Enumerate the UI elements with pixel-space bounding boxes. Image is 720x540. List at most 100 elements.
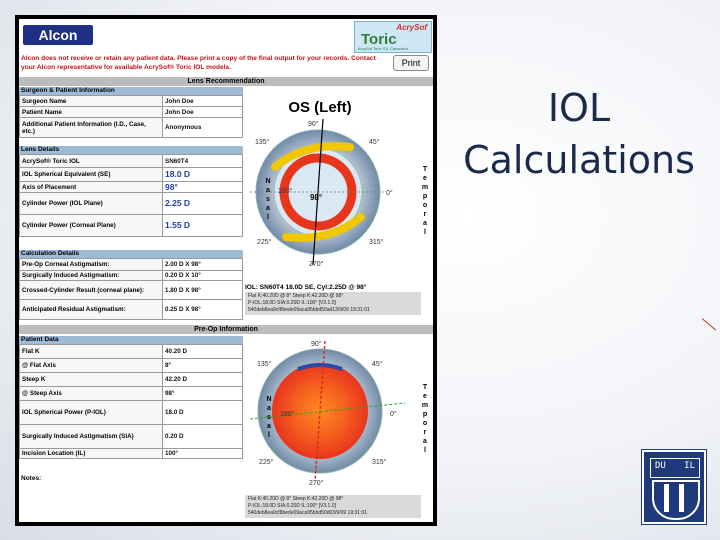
lens-table: AcrySof® Toric IOL SN60T4 IOL Spherical … [19, 154, 243, 237]
deg-315-label: 315° [372, 459, 387, 466]
deg-0-label: 0° [390, 411, 397, 418]
deg-90-label: 90° [308, 121, 319, 128]
summary-line: Flat K:40.20D @ 8° Steep K:42.20D @ 98° [248, 293, 344, 299]
section-calc: Calculation Details [19, 250, 243, 258]
row-label: Pre-Op Corneal Astigmatism: [19, 258, 163, 271]
deg-135-label: 135° [255, 139, 270, 146]
calculator-page: Alcon AcrySof Toric AcrySof Toric IOL Ca… [19, 19, 433, 522]
row-value: 1.55 D [162, 214, 243, 237]
row-label: IOL Spherical Power (P-IOL) [19, 400, 163, 425]
row-label: @ Steep Axis [19, 386, 163, 401]
deg-225-label: 225° [257, 239, 272, 246]
row-value: 8° [162, 358, 243, 373]
row-value: 40.20 D [162, 344, 243, 359]
summary-line: P-IOL:18.0D SIA:0.20D IL:100° [V3.1.0] [248, 503, 336, 509]
row-value: 0.20 D [162, 424, 243, 449]
row-label: Incision Location (IL) [19, 448, 163, 459]
nasal-label: Nasal [265, 178, 271, 221]
deg-180-label: 180° [280, 411, 295, 418]
surgeon-table: Surgeon Name John Doe Patient Name John … [19, 95, 243, 138]
slide-title-line2: Calculations [463, 138, 695, 182]
embedded-screenshot: Alcon AcrySof Toric AcrySof Toric IOL Ca… [15, 15, 437, 526]
row-label: Patient Name [19, 106, 163, 118]
table-row: Axis of Placement 98° [19, 181, 243, 193]
row-label: Axis of Placement [19, 181, 163, 193]
band-lens-recommendation: Lens Recommendation [19, 77, 433, 86]
table-row: Flat K 40.20 D [19, 344, 243, 359]
deg-180-label: 180° [278, 188, 293, 195]
deg-0-label: 0° [386, 190, 393, 197]
table-row: @ Steep Axis 98° [19, 386, 243, 401]
row-value: 98° [162, 181, 243, 193]
row-label: Flat K [19, 344, 163, 359]
summary-line: 540deb8ea9cf8bede09aca95bbd50ad13/9/09 1… [248, 307, 370, 313]
slide-title: IOL Calculations [448, 82, 710, 186]
axis-marker-label: 98° [310, 193, 323, 202]
summary-line: P-IOL:18.0D SIA:0.20D IL:100° [V3.1.0] [248, 300, 336, 306]
row-label: Steep K [19, 372, 163, 387]
row-label: Surgeon Name [19, 95, 163, 107]
deg-270-label: 270° [309, 480, 324, 487]
table-row: IOL Spherical Equivalent (SE) 18.0 D [19, 167, 243, 182]
temporal-label: Temporal [421, 166, 429, 236]
deg-90-label: 90° [311, 341, 322, 348]
header: Alcon AcrySof Toric AcrySof Toric IOL Ca… [19, 19, 433, 53]
row-label: IOL Spherical Equivalent (SE) [19, 167, 163, 182]
row-value: 42.20 D [162, 372, 243, 387]
summary-box: Flat K:40.20D @ 8° Steep K:42.20D @ 98° … [245, 292, 421, 315]
band-preop-information: Pre-Op Information [19, 325, 433, 334]
row-value: John Doe [162, 95, 243, 107]
table-row: Surgically Induced Astigmatism: 0.20 D X… [19, 270, 243, 281]
row-value: 2.00 D X 98° [162, 258, 243, 271]
row-label: AcrySof® Toric IOL [19, 154, 163, 168]
university-logo: DU IL [642, 450, 706, 524]
diagram-title: OS (Left) [288, 99, 352, 116]
table-row: IOL Spherical Power (P-IOL) 18.0 D [19, 400, 243, 425]
row-value: 100° [162, 448, 243, 459]
row-value: 1.80 D X 98° [162, 280, 243, 300]
iol-summary: IOL: SN60T4 18.0D SE, Cyl:2.25D @ 98° [245, 284, 367, 291]
deg-270-label: 270° [309, 261, 324, 268]
table-row: Steep K 42.20 D [19, 372, 243, 387]
toric-logo-sub: AcrySof Toric IOL Calculator [358, 46, 409, 51]
table-row: Additional Patient Information (I.D., Ca… [19, 117, 243, 138]
deg-45-label: 45° [372, 361, 383, 368]
logo-left-letters: DU [655, 461, 666, 471]
logo-crest-top: DU IL [650, 458, 700, 478]
eye-diagram-svg [250, 118, 386, 266]
print-button[interactable]: Print [393, 55, 429, 71]
table-row: Pre-Op Corneal Astigmatism: 2.00 D X 98° [19, 258, 243, 271]
alcon-logo: Alcon [23, 25, 93, 45]
row-value: 18.0 D [162, 400, 243, 425]
notes-label: Notes: [21, 475, 42, 482]
row-label: Crossed-Cylinder Result (corneal plane): [19, 280, 163, 300]
temporal-label: Temporal [421, 384, 429, 454]
patient-table: Flat K 40.20 D @ Flat Axis 8° Steep K 42… [19, 344, 243, 459]
row-value: 2.25 D [162, 192, 243, 215]
row-value: Anonymous [162, 117, 243, 138]
row-value: 18.0 D [162, 167, 243, 182]
table-row: Incision Location (IL) 100° [19, 448, 243, 459]
calc-table: Pre-Op Corneal Astigmatism: 2.00 D X 98°… [19, 258, 243, 320]
row-label: @ Flat Axis [19, 358, 163, 373]
logo-bar [664, 484, 669, 512]
row-label: Surgically Induced Astigmatism: [19, 270, 163, 281]
shield-icon [652, 480, 700, 520]
row-label: Cylinder Power (Corneal Plane) [19, 214, 163, 237]
row-value: 98° [162, 386, 243, 401]
table-row: Anticipated Residual Astigmatism: 0.25 D… [19, 299, 243, 320]
row-value: 0.20 D X 10° [162, 270, 243, 281]
logo-bar [679, 484, 684, 512]
table-row: AcrySof® Toric IOL SN60T4 [19, 154, 243, 168]
deg-135-label: 135° [257, 361, 272, 368]
logo-right-letters: IL [684, 461, 695, 471]
summary-line: Flat K:40.20D @ 8° Steep K:42.20D @ 98° [248, 496, 344, 502]
toric-logo-super: AcrySof [396, 23, 427, 32]
section-patient: Patient Data [19, 336, 243, 344]
privacy-warning: Alcon does not receive or retain any pat… [21, 55, 376, 71]
diagram-preop: 90° 45° 135° 180° 0° 225° 315° 270° Nasa… [245, 337, 431, 522]
deg-315-label: 315° [369, 239, 384, 246]
table-row: Cylinder Power (IOL Plane) 2.25 D [19, 192, 243, 215]
table-row: Cylinder Power (Corneal Plane) 1.55 D [19, 214, 243, 237]
row-label: Cylinder Power (IOL Plane) [19, 192, 163, 215]
